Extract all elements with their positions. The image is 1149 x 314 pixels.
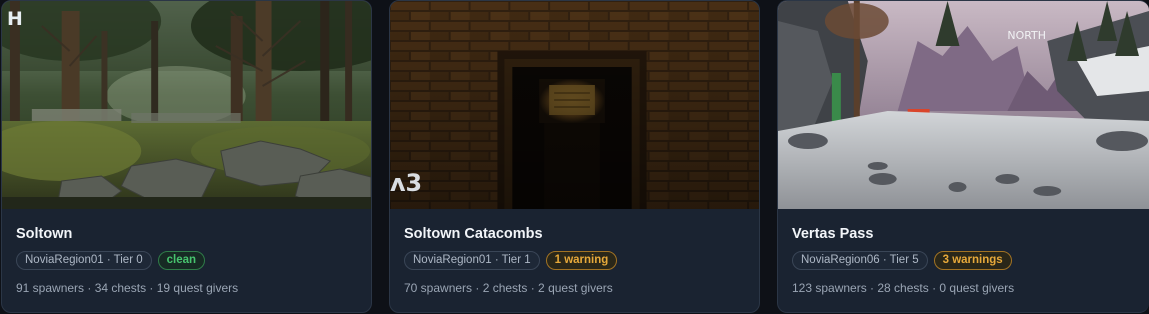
zone-thumbnail: H — [2, 1, 371, 209]
region-tier-badge: NoviaRegion01 · Tier 0 — [16, 251, 152, 270]
zone-thumbnail: NORTH — [778, 1, 1149, 209]
snowy-pass-scene: NORTH — [778, 1, 1149, 209]
zone-card-body: Soltown NoviaRegion01 · Tier 0 clean 91 … — [2, 209, 371, 312]
region-tier-badge: NoviaRegion06 · Tier 5 — [792, 251, 928, 270]
zone-title: Vertas Pass — [792, 226, 874, 242]
zone-title: Soltown Catacombs — [404, 226, 543, 242]
zone-stats: 123 spawners · 28 chests · 0 quest giver… — [792, 281, 1015, 295]
zone-stats: 70 spawners · 2 chests · 2 quest givers — [404, 281, 613, 295]
zone-tags: NoviaRegion01 · Tier 1 1 warning — [404, 251, 745, 270]
zone-card-body: Soltown Catacombs NoviaRegion01 · Tier 1… — [390, 209, 759, 312]
warning-badge: 1 warning — [545, 251, 618, 270]
region-tier-badge: NoviaRegion01 · Tier 1 — [404, 251, 540, 270]
zone-card-soltown[interactable]: H Soltown NoviaRegion01 · Tier 0 clean 9… — [1, 0, 372, 313]
warning-badge: 3 warnings — [933, 251, 1012, 270]
zone-card-soltown-catacombs[interactable]: ᴧ3 Soltown Catacombs NoviaRegion01 · Tie… — [389, 0, 760, 313]
thumb-overlay-label: H — [7, 8, 23, 30]
zone-title: Soltown — [16, 226, 73, 242]
thumb-overlay-label: ᴧ3 — [390, 169, 422, 197]
status-badge: clean — [157, 251, 206, 270]
thumb-overlay-label: NORTH — [1007, 29, 1046, 42]
zone-card-grid: H Soltown NoviaRegion01 · Tier 0 clean 9… — [0, 0, 1149, 314]
forest-scene: H — [2, 1, 371, 209]
zone-tags: NoviaRegion01 · Tier 0 clean — [16, 251, 357, 270]
catacomb-doorway-scene: ᴧ3 — [390, 1, 759, 209]
zone-card-vertas-pass[interactable]: NORTH Vertas Pass NoviaRegion06 · Tier 5… — [777, 0, 1149, 313]
zone-tags: NoviaRegion06 · Tier 5 3 warnings — [792, 251, 1135, 270]
zone-stats: 91 spawners · 34 chests · 19 quest giver… — [16, 281, 239, 295]
zone-card-body: Vertas Pass NoviaRegion06 · Tier 5 3 war… — [778, 209, 1149, 312]
zone-thumbnail: ᴧ3 — [390, 1, 759, 209]
